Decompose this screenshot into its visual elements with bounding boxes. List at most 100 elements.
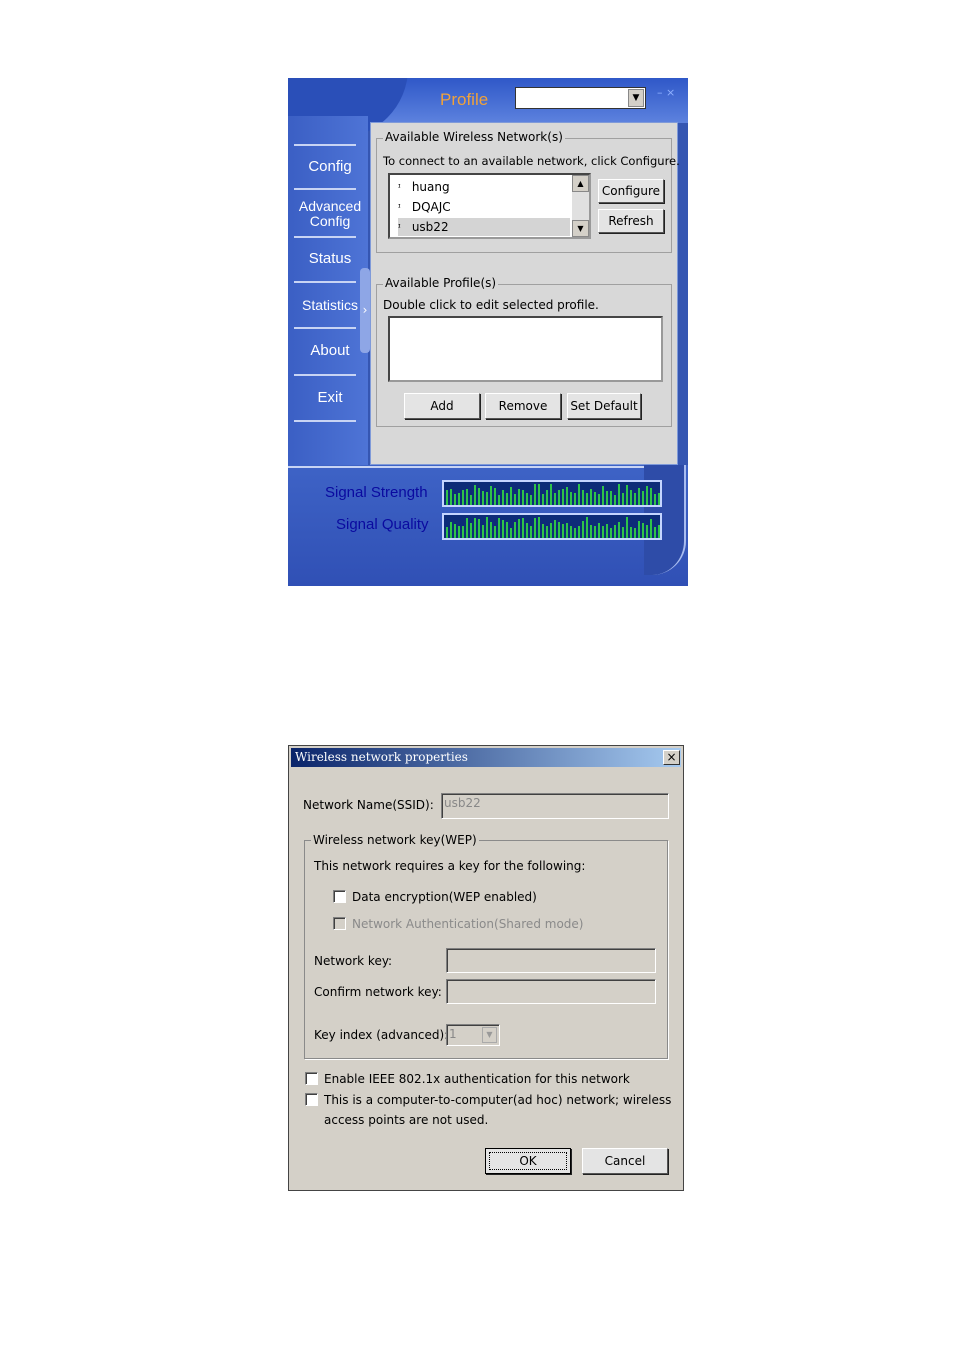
meter-bar bbox=[514, 494, 516, 505]
list-item[interactable]: ᶦ DQAJC bbox=[398, 198, 570, 216]
data-encryption-checkbox[interactable] bbox=[333, 890, 346, 903]
meter-bar bbox=[638, 488, 640, 505]
ieee-checkbox[interactable] bbox=[305, 1072, 318, 1085]
sidebar-item-statistics[interactable]: Statistics bbox=[294, 297, 366, 313]
meter-bar bbox=[658, 525, 660, 538]
remove-button[interactable]: Remove bbox=[485, 393, 561, 419]
meter-bar bbox=[538, 484, 540, 505]
sidebar-item-advanced-config[interactable]: Advanced Config bbox=[294, 199, 366, 229]
network-name: usb22 bbox=[411, 220, 449, 234]
list-item-selected[interactable]: ᶦ usb22 bbox=[398, 218, 570, 236]
sidebar-item-status[interactable]: Status bbox=[294, 250, 366, 267]
scrollbar[interactable]: ▲ ▼ bbox=[572, 175, 589, 237]
meter-bar bbox=[642, 523, 644, 538]
antenna-icon: ᶦ bbox=[398, 221, 401, 234]
meter-bar bbox=[546, 490, 548, 505]
meter-bar bbox=[606, 524, 608, 538]
meter-bar bbox=[502, 490, 504, 505]
meter-bar bbox=[658, 493, 660, 505]
collapse-arrow-icon[interactable]: › bbox=[360, 268, 370, 353]
meter-bar bbox=[602, 486, 604, 505]
refresh-button[interactable]: Refresh bbox=[598, 209, 664, 233]
meter-bar bbox=[454, 524, 456, 538]
meter-bar bbox=[586, 517, 588, 538]
meter-bar bbox=[618, 484, 620, 505]
meter-bar bbox=[574, 493, 576, 505]
networks-list[interactable]: ᶦ huang ᶦ DQAJC ᶦ usb22 ▲ ▼ bbox=[388, 173, 591, 239]
meter-bar bbox=[522, 490, 524, 505]
data-encryption-label: Data encryption(WEP enabled) bbox=[352, 890, 537, 904]
meter-bar bbox=[646, 486, 648, 505]
adhoc-checkbox[interactable] bbox=[305, 1093, 318, 1106]
meter-bar bbox=[486, 492, 488, 505]
list-item[interactable]: ᶦ huang bbox=[398, 178, 570, 196]
meter-bar bbox=[650, 519, 652, 538]
sidebar-divider bbox=[294, 327, 356, 329]
meter-bar bbox=[506, 493, 508, 505]
chevron-down-icon[interactable]: ▼ bbox=[482, 1027, 497, 1043]
network-auth-checkbox[interactable] bbox=[333, 917, 346, 930]
meter-bar bbox=[590, 525, 592, 538]
profile-select[interactable]: ▼ bbox=[515, 87, 646, 109]
meter-bar bbox=[490, 486, 492, 505]
meter-bar bbox=[554, 520, 556, 538]
meter-bar bbox=[634, 493, 636, 505]
sidebar-item-label: Advanced bbox=[298, 198, 362, 214]
meter-bar bbox=[494, 526, 496, 538]
cancel-button[interactable]: Cancel bbox=[582, 1148, 668, 1174]
meter-bar bbox=[570, 492, 572, 505]
meter-bar bbox=[630, 527, 632, 538]
meter-bar bbox=[498, 495, 500, 505]
adhoc-label-line1: This is a computer-to-computer(ad hoc) n… bbox=[324, 1093, 672, 1107]
meter-bar bbox=[510, 528, 512, 538]
meter-bar bbox=[550, 523, 552, 538]
meter-bar bbox=[578, 484, 580, 505]
scroll-up-icon[interactable]: ▲ bbox=[572, 175, 589, 192]
meter-bar bbox=[514, 522, 516, 538]
network-name: huang bbox=[411, 180, 450, 194]
set-default-button[interactable]: Set Default bbox=[567, 393, 641, 419]
add-button[interactable]: Add bbox=[404, 393, 480, 419]
meter-bar bbox=[538, 517, 540, 538]
key-index-select[interactable]: 1 ▼ bbox=[446, 1024, 500, 1046]
meter-bar bbox=[638, 521, 640, 538]
meter-bar bbox=[478, 519, 480, 538]
close-button[interactable]: × bbox=[663, 750, 680, 765]
meter-bar bbox=[626, 517, 628, 538]
meter-bar bbox=[466, 489, 468, 505]
sidebar-item-exit[interactable]: Exit bbox=[294, 389, 366, 406]
minimize-button[interactable]: – bbox=[657, 86, 663, 99]
meter-bar bbox=[482, 491, 484, 505]
meter-bar bbox=[474, 485, 476, 505]
meter-bar bbox=[566, 523, 568, 538]
key-index-label: Key index (advanced): bbox=[314, 1028, 449, 1042]
configure-button[interactable]: Configure bbox=[598, 179, 664, 203]
chevron-down-icon[interactable]: ▼ bbox=[628, 89, 644, 107]
meter-bar bbox=[490, 522, 492, 538]
network-key-field[interactable] bbox=[446, 948, 656, 973]
meter-bar bbox=[498, 518, 500, 538]
meter-bar bbox=[610, 528, 612, 538]
meter-bar bbox=[614, 495, 616, 505]
profiles-list[interactable] bbox=[388, 316, 663, 382]
network-auth-label: Network Authentication(Shared mode) bbox=[352, 917, 584, 931]
meter-bar bbox=[542, 494, 544, 505]
meter-bar bbox=[622, 493, 624, 505]
scroll-down-icon[interactable]: ▼ bbox=[572, 220, 589, 237]
meter-bar bbox=[582, 490, 584, 505]
meter-bar bbox=[534, 484, 536, 505]
meter-bar bbox=[598, 523, 600, 538]
meter-bar bbox=[582, 521, 584, 538]
meter-bar bbox=[526, 493, 528, 505]
close-button[interactable]: × bbox=[666, 86, 675, 99]
confirm-key-field[interactable] bbox=[446, 979, 656, 1004]
meter-bar bbox=[586, 493, 588, 505]
ok-button[interactable]: OK bbox=[485, 1148, 571, 1174]
ssid-field[interactable]: usb22 bbox=[441, 793, 669, 819]
ieee-label: Enable IEEE 802.1x authentication for th… bbox=[324, 1072, 630, 1086]
meter-bar bbox=[466, 518, 468, 538]
sidebar-item-config[interactable]: Config bbox=[294, 158, 366, 175]
sidebar-item-about[interactable]: About bbox=[294, 342, 366, 359]
meter-bar bbox=[598, 494, 600, 505]
meter-bar bbox=[506, 522, 508, 538]
